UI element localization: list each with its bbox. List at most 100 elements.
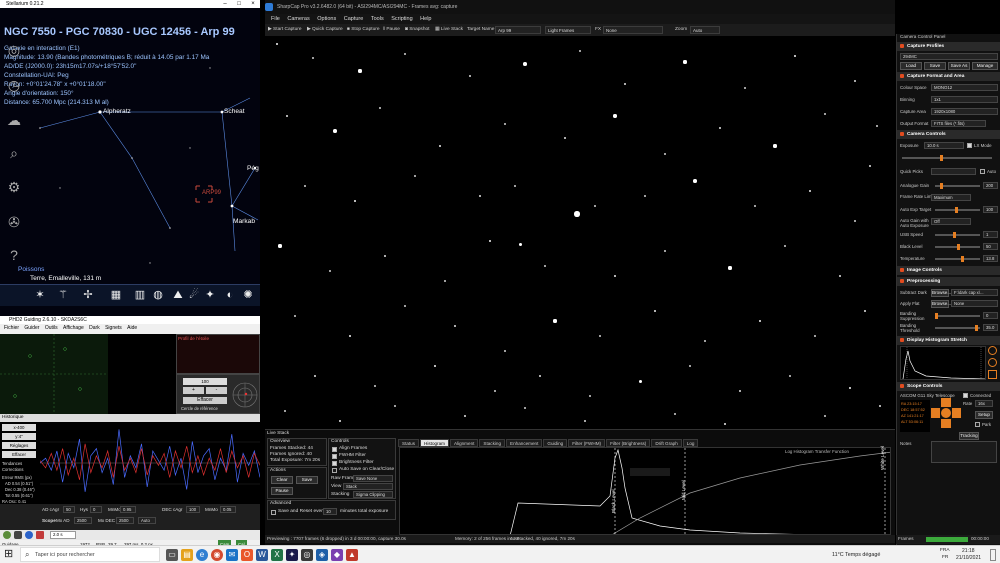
- corrections-checkbox[interactable]: Corrections: [2, 467, 23, 472]
- auto-exp-slider[interactable]: [935, 207, 980, 213]
- zoom-select[interactable]: Auto: [690, 26, 720, 34]
- analogue-gain-slider[interactable]: [935, 183, 980, 189]
- atmosphere-icon[interactable]: ☄: [186, 287, 202, 303]
- zoom-out-button[interactable]: -: [206, 387, 227, 394]
- pause-stack-button[interactable]: Pause: [271, 487, 293, 495]
- colour-space-select[interactable]: MONO12: [931, 84, 998, 91]
- connected-checkbox[interactable]: [963, 393, 968, 398]
- stretch-reset-icon[interactable]: [988, 358, 997, 367]
- menu-item[interactable]: Aide: [127, 325, 137, 331]
- clear-button[interactable]: Clear: [271, 476, 293, 484]
- auto-exposure-checkbox[interactable]: [980, 169, 985, 174]
- binning-select[interactable]: 1x1: [931, 96, 998, 103]
- scope-controls-header[interactable]: Scope Controls: [897, 382, 1000, 391]
- file-explorer-icon[interactable]: ▤: [181, 549, 193, 561]
- dec-min-move-field[interactable]: 0.05: [220, 506, 236, 513]
- preprocessing-header[interactable]: Preprocessing: [897, 277, 1000, 286]
- language-indicator-2[interactable]: FR: [942, 555, 948, 560]
- subtract-dark-select[interactable]: F:\dark cap x\...: [951, 289, 998, 296]
- settings-icon[interactable]: ⚙: [4, 177, 24, 197]
- menu-cameras[interactable]: Cameras: [287, 16, 309, 22]
- tab-drift-graph[interactable]: Drift Graph: [651, 439, 682, 447]
- loop-icon[interactable]: [14, 531, 22, 539]
- sky-view-icon[interactable]: ☁: [4, 110, 24, 130]
- rate-select[interactable]: 16x: [975, 400, 993, 407]
- dec-aggression-field[interactable]: 100: [186, 506, 200, 513]
- word-icon[interactable]: W: [256, 549, 268, 561]
- menu-capture[interactable]: Capture: [344, 16, 364, 22]
- save-as-button[interactable]: Save As: [948, 62, 970, 70]
- office-icon[interactable]: O: [241, 549, 253, 561]
- histogram-chart[interactable]: [399, 447, 891, 535]
- menu-item[interactable]: Signets: [105, 325, 122, 331]
- guide-icon[interactable]: [25, 531, 33, 539]
- auto-save-checkbox[interactable]: [332, 468, 337, 473]
- windows-start-icon[interactable]: ⊞: [4, 549, 15, 560]
- task-view-icon[interactable]: ▭: [166, 549, 178, 561]
- connect-icon[interactable]: [3, 531, 11, 539]
- menu-item[interactable]: Fichier: [4, 325, 19, 331]
- exposure-select[interactable]: 2.0 s: [50, 531, 76, 539]
- image-controls-header[interactable]: Image Controls: [897, 266, 1000, 275]
- save-button[interactable]: Save: [296, 476, 318, 484]
- guide-camera-view[interactable]: [0, 334, 108, 414]
- max-dec-field[interactable]: 2500: [116, 517, 134, 524]
- camera-controls-header[interactable]: Camera Controls: [897, 130, 1000, 139]
- tracking-button[interactable]: Tracking: [959, 432, 979, 440]
- sharpcap-taskbar-icon[interactable]: ◈: [316, 549, 328, 561]
- taskbar-search[interactable]: ⌕ Taper ici pour rechercher: [20, 547, 160, 562]
- display-histogram-chart[interactable]: [900, 346, 986, 380]
- stellarium-taskbar-icon[interactable]: ✦: [286, 549, 298, 561]
- tab-stacking[interactable]: Stacking: [479, 439, 506, 447]
- x-scale-select[interactable]: x-400: [2, 424, 36, 431]
- constellation-art-icon[interactable]: ⚚: [55, 287, 71, 303]
- language-indicator[interactable]: FRA: [940, 548, 950, 553]
- ra-aggression-field[interactable]: 50: [63, 506, 75, 513]
- tab-filter-fwhm[interactable]: Filter (FWHM): [568, 439, 606, 447]
- nebula-icon[interactable]: ✦: [202, 287, 218, 303]
- constellation-labels-icon[interactable]: ✢: [80, 287, 96, 303]
- notification-icon[interactable]: [990, 549, 996, 561]
- banding-threshold-field[interactable]: 35.0: [983, 324, 998, 331]
- excel-icon[interactable]: X: [271, 549, 283, 561]
- browse-flat-button[interactable]: Browse...: [931, 300, 951, 308]
- output-format-select[interactable]: FITS files (*.fits): [931, 120, 986, 127]
- equatorial-grid-icon[interactable]: ▦: [108, 287, 124, 303]
- frame-type-select[interactable]: Light Frames: [545, 26, 591, 34]
- black-level-slider[interactable]: [935, 244, 980, 250]
- mail-icon[interactable]: ✉: [226, 549, 238, 561]
- search-icon[interactable]: ⌕: [4, 143, 24, 163]
- location-icon[interactable]: ◎: [4, 40, 24, 60]
- minimize-icon[interactable]: –: [218, 0, 232, 8]
- banding-threshold-slider[interactable]: [935, 325, 980, 331]
- tab-histogram[interactable]: Histogram: [420, 439, 449, 447]
- exposure-field[interactable]: 10.0 s: [924, 142, 964, 149]
- pause-button[interactable]: ‖ Pause: [383, 24, 400, 36]
- help-icon[interactable]: ?: [4, 245, 24, 265]
- profile-select[interactable]: 294MC: [900, 53, 998, 60]
- save-reset-checkbox[interactable]: [271, 510, 276, 515]
- constellation-lines-icon[interactable]: ✶: [32, 287, 48, 303]
- stretch-auto-icon[interactable]: [988, 346, 997, 355]
- app2-taskbar-icon[interactable]: ▲: [346, 549, 358, 561]
- camera-image[interactable]: [265, 36, 895, 429]
- start-capture-button[interactable]: ▶ Start Capture: [268, 24, 302, 36]
- fwhm-filter-checkbox[interactable]: [332, 454, 337, 459]
- maximize-icon[interactable]: □: [232, 0, 246, 8]
- load-button[interactable]: Load: [900, 62, 922, 70]
- stop-icon[interactable]: [36, 531, 44, 539]
- display-histogram-header[interactable]: Display Histogram Stretch: [897, 336, 1000, 345]
- planet-icon[interactable]: ✺: [240, 287, 256, 303]
- min-move-field[interactable]: 0.95: [120, 506, 136, 513]
- weather-status[interactable]: 11°C Temps dégagé: [832, 552, 880, 558]
- browse-dark-button[interactable]: Browse...: [931, 289, 951, 297]
- clear-button[interactable]: Effacer: [183, 397, 227, 404]
- settings-button[interactable]: Réglages: [2, 442, 36, 449]
- manage-button[interactable]: Manage: [972, 62, 998, 70]
- clock-time[interactable]: 21:18: [962, 548, 975, 554]
- quick-picks-select[interactable]: [931, 168, 976, 175]
- menu-scripting[interactable]: Scripting: [391, 16, 412, 22]
- stop-slew-button[interactable]: [941, 408, 951, 418]
- y-scale-select[interactable]: y:4": [2, 433, 36, 440]
- view-select[interactable]: Stack: [343, 483, 393, 490]
